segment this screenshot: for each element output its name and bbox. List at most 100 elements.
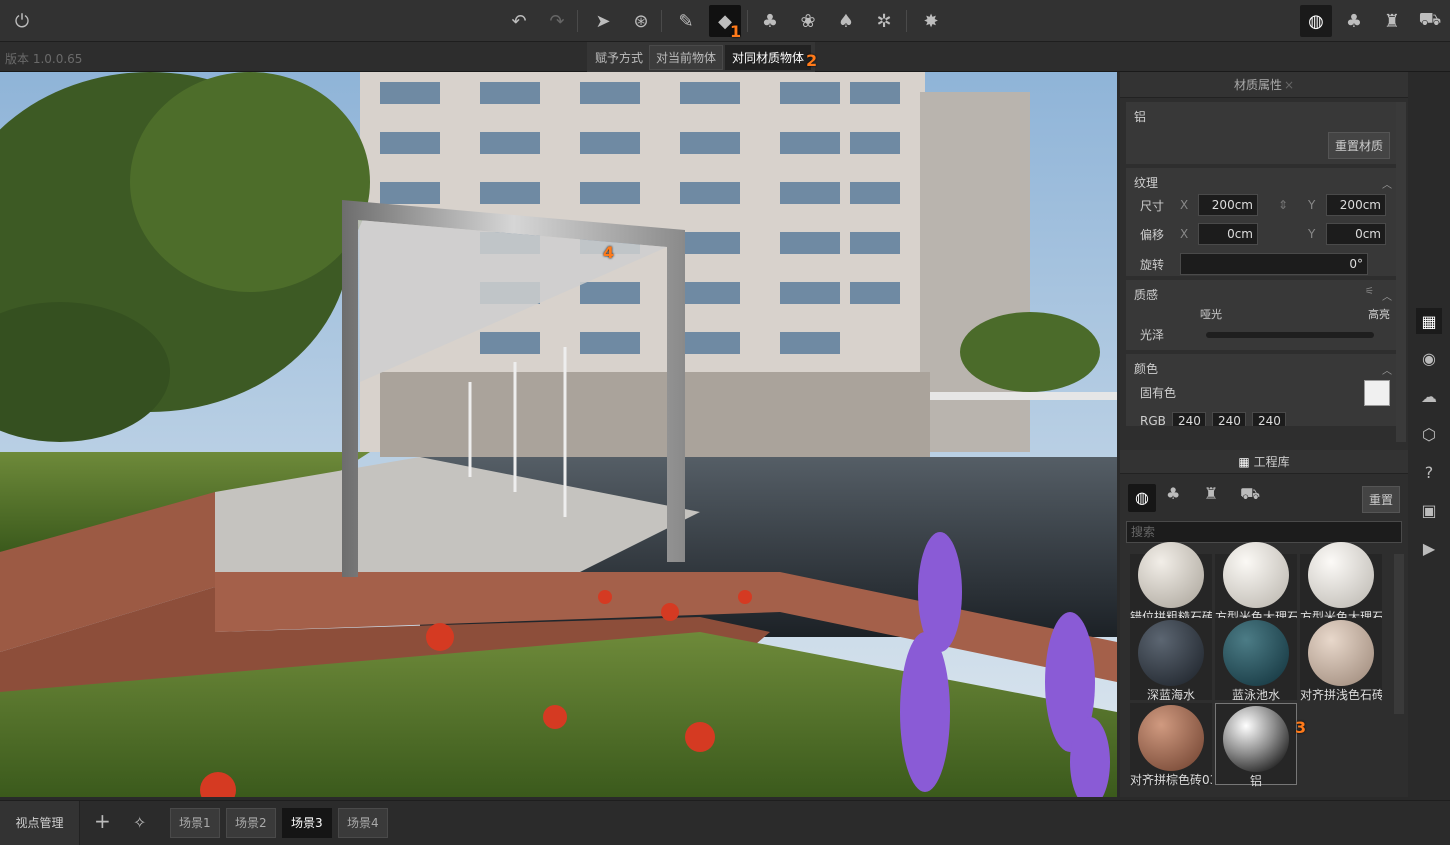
material-ball-icon[interactable]: ◍ xyxy=(1128,484,1156,512)
size-label: 尺寸 xyxy=(1140,198,1165,213)
material-thumbnail xyxy=(1308,620,1374,686)
size-x-label: X xyxy=(1180,198,1189,212)
offset-y-field[interactable]: 0cm xyxy=(1326,223,1386,245)
matte-label: 哑光 xyxy=(1200,308,1222,321)
library-item[interactable]: 深蓝海水 xyxy=(1130,618,1212,702)
color-section: 颜色 ︿ 固有色 RGB 240 240 240 xyxy=(1126,354,1402,426)
redo-icon[interactable]: ↷ xyxy=(541,5,573,37)
add-tree-icon[interactable]: ♣ xyxy=(754,5,786,37)
rgb-label: RGB xyxy=(1140,414,1166,426)
rotation-field[interactable]: 0° xyxy=(1180,253,1368,275)
inherent-color-label: 固有色 xyxy=(1140,386,1177,400)
assign-mode-bar: 赋予方式 对当前物体 对同材质物体 xyxy=(587,42,816,72)
material-thumbnail xyxy=(1138,620,1204,686)
settings-icon[interactable]: ⬡ xyxy=(1416,421,1442,447)
magic-wand-icon[interactable]: ✧ xyxy=(133,813,146,832)
scene-tab-3[interactable]: 场景3 xyxy=(282,808,332,838)
plant-library-icon[interactable]: ♣ xyxy=(1166,484,1180,503)
library-item[interactable]: 对齐拼浅色石砖03 xyxy=(1300,618,1382,702)
offset-label: 偏移 xyxy=(1140,227,1165,242)
glossy-label: 高亮 xyxy=(1368,308,1390,321)
library-reset-button[interactable]: 重置 xyxy=(1361,486,1400,513)
scene-tab-2[interactable]: 场景2 xyxy=(226,808,276,838)
collapse-caret-icon[interactable]: ︿ xyxy=(1382,362,1392,377)
add-scene-icon[interactable]: + xyxy=(94,809,111,833)
marker-1: 1 xyxy=(730,22,742,41)
offset-x-label: X xyxy=(1180,227,1189,241)
reset-material-button[interactable]: 重置材质 xyxy=(1327,132,1390,159)
panel-scrollbar[interactable] xyxy=(1396,102,1406,442)
library-item[interactable]: 方型米色大理石 xyxy=(1215,542,1297,624)
texture-section: 纹理 ︿ 尺寸 X 200cm ⇕ Y 200cm 偏移 X 0cm Y 0cm… xyxy=(1126,168,1402,276)
grid-view-icon[interactable]: ▦ xyxy=(1416,308,1442,334)
assign-mode-label: 赋予方式 xyxy=(595,50,644,65)
rgb-r-field[interactable]: 240 xyxy=(1171,412,1206,426)
offset-y-label: Y xyxy=(1308,227,1316,241)
plant-library-icon[interactable]: ♣ xyxy=(1338,5,1370,37)
car-icon[interactable]: ⛟ xyxy=(1414,5,1446,37)
library-item[interactable]: 方型米色大理石 xyxy=(1300,542,1382,624)
collapse-caret-icon[interactable]: ︿ xyxy=(1382,288,1392,303)
library-item[interactable]: 蓝泳池水 xyxy=(1215,618,1297,702)
assign-same-material-option[interactable]: 对同材质物体 xyxy=(725,44,812,70)
size-y-label: Y xyxy=(1308,198,1316,212)
rgb-g-field[interactable]: 240 xyxy=(1211,412,1246,426)
material-thumbnail xyxy=(1138,542,1204,608)
gloss-label: 光泽 xyxy=(1140,328,1165,342)
material-thumbnail xyxy=(1308,542,1374,608)
rgb-b-field[interactable]: 240 xyxy=(1251,412,1286,426)
material-thumbnail xyxy=(1138,705,1204,771)
power-icon[interactable]: ⏻ xyxy=(6,5,38,37)
plant-settings-icon[interactable]: ✲ xyxy=(868,5,900,37)
orbit-icon[interactable]: ⊛ xyxy=(625,5,657,37)
library-item-label: 对齐拼棕色砖03 xyxy=(1130,773,1212,787)
camera-icon[interactable]: ◉ xyxy=(1416,345,1442,371)
help-icon[interactable]: ? xyxy=(1416,459,1442,485)
marker-4: 4 xyxy=(603,243,615,262)
close-icon[interactable]: × xyxy=(1284,78,1294,92)
effects-icon[interactable]: ✸ xyxy=(915,5,947,37)
library-item[interactable]: 错位拼粗糙石砖 xyxy=(1130,542,1212,624)
collapse-caret-icon[interactable]: ︿ xyxy=(1382,176,1392,191)
video-icon[interactable]: ▶ xyxy=(1416,535,1442,561)
marker-3: 3 xyxy=(1295,718,1307,737)
furniture-icon[interactable]: ♜ xyxy=(1376,5,1408,37)
eyedropper-icon[interactable]: ✎ xyxy=(670,5,702,37)
gloss-slider[interactable] xyxy=(1206,332,1374,338)
library-scrollbar[interactable] xyxy=(1394,554,1404,714)
top-toolbar: ⏻ ↶ ↷ ➤ ⊛ ✎ ◆ 1 ♣ ❀ ♠ ✲ ✸ ◍ ♣ ♜ ⛟ xyxy=(0,0,1450,42)
scene-tab-1[interactable]: 场景1 xyxy=(170,808,220,838)
assign-current-object-option[interactable]: 对当前物体 xyxy=(649,44,724,70)
bottom-scene-bar: 视点管理 + ✧ 场景1 场景2 场景3 场景4 xyxy=(0,800,1450,845)
library-item-selected[interactable]: 铝 xyxy=(1215,703,1297,788)
material-ball-icon[interactable]: ◍ xyxy=(1300,5,1332,37)
color-swatch[interactable] xyxy=(1364,380,1390,406)
right-tool-strip: ▦ ◉ ☁ ⬡ ? ▣ ▶ xyxy=(1408,72,1450,797)
quality-header: 质感 xyxy=(1134,288,1159,302)
rotate-label: 旋转 xyxy=(1140,257,1165,272)
weather-icon[interactable]: ☁ xyxy=(1416,383,1442,409)
undo-icon[interactable]: ↶ xyxy=(503,5,535,37)
library-search-input[interactable]: 搜索 xyxy=(1126,521,1402,543)
select-arrow-icon[interactable]: ➤ xyxy=(587,5,619,37)
marker-2: 2 xyxy=(806,51,818,70)
offset-x-field[interactable]: 0cm xyxy=(1198,223,1258,245)
library-header: ▦ 工程库 xyxy=(1120,450,1408,474)
viewpoint-manager-button[interactable]: 视点管理 xyxy=(0,801,80,845)
scene-tab-4[interactable]: 场景4 xyxy=(338,808,388,838)
scene-render xyxy=(0,72,1117,797)
car-icon[interactable]: ⛟ xyxy=(1240,484,1260,505)
image-icon[interactable]: ▣ xyxy=(1416,497,1442,523)
link-icon[interactable]: ⇕ xyxy=(1258,198,1308,212)
sliders-icon[interactable]: ⚟ xyxy=(1365,286,1374,297)
material-name: 铝 xyxy=(1134,110,1147,124)
add-plant-icon[interactable]: ❀ xyxy=(792,5,824,37)
library-item[interactable]: 对齐拼棕色砖03 xyxy=(1130,703,1212,787)
furniture-icon[interactable]: ♜ xyxy=(1204,484,1218,503)
render-viewport[interactable]: 4 xyxy=(0,72,1117,797)
remove-plant-icon[interactable]: ♠ xyxy=(830,5,862,37)
size-y-field[interactable]: 200cm xyxy=(1326,194,1386,216)
size-x-field[interactable]: 200cm xyxy=(1198,194,1258,216)
sub-toolbar: 版本 1.0.0.65 赋予方式 对当前物体 对同材质物体 2 xyxy=(0,42,1450,72)
project-library-panel: ▦ 工程库 ◍ ♣ ♜ ⛟ 重置 搜索 错位拼粗糙石砖 方型米色大理石 方型米色… xyxy=(1120,450,1408,797)
